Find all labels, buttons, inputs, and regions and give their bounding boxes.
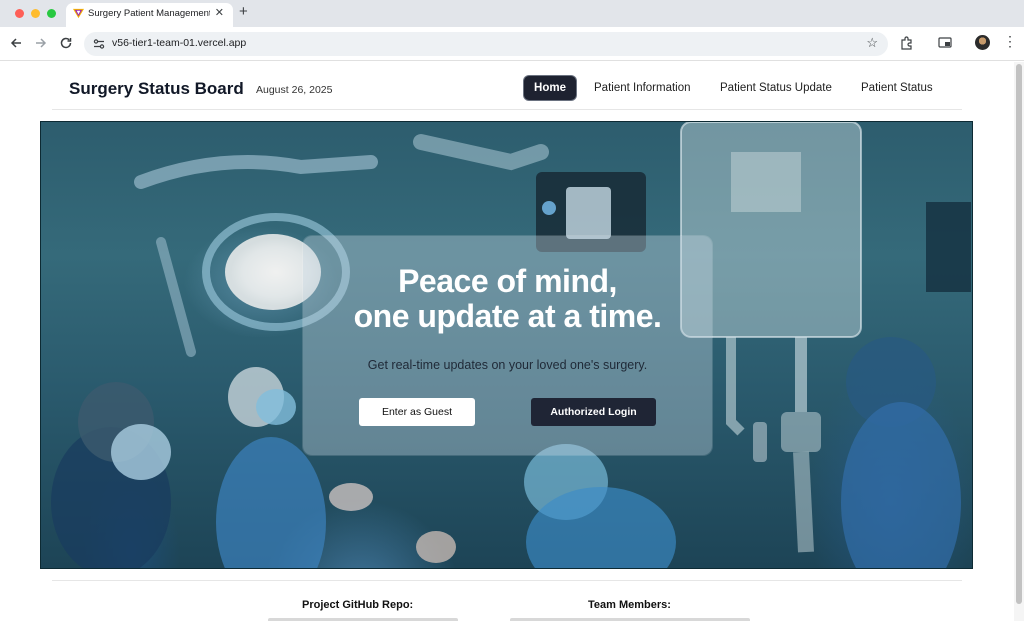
- nav-patient-information[interactable]: Patient Information: [594, 76, 691, 100]
- back-arrow-icon[interactable]: [8, 35, 24, 51]
- new-tab-icon[interactable]: +: [239, 4, 248, 20]
- enter-as-guest-button[interactable]: Enter as Guest: [359, 398, 475, 426]
- page-title: Surgery Status Board: [69, 79, 244, 98]
- hero-headline: Peace of mind, one update at a time.: [303, 264, 712, 334]
- authorized-login-button[interactable]: Authorized Login: [531, 398, 656, 426]
- more-menu-icon[interactable]: ⋮: [1003, 33, 1017, 49]
- reload-icon[interactable]: [58, 35, 74, 51]
- minimize-window-button[interactable]: [31, 9, 40, 18]
- site-header: Surgery Status Board August 26, 2025 Hom…: [52, 62, 962, 110]
- hero-section: Peace of mind, one update at a time. Get…: [40, 121, 973, 569]
- close-tab-icon[interactable]: ✕: [215, 6, 224, 20]
- cast-icon[interactable]: [937, 35, 953, 51]
- current-date: August 26, 2025: [256, 84, 333, 96]
- footer-team-heading: Team Members:: [588, 599, 671, 611]
- hero-headline-line-1: Peace of mind,: [398, 263, 617, 299]
- site-settings-icon[interactable]: [92, 37, 106, 51]
- close-window-button[interactable]: [15, 9, 24, 18]
- nav-home[interactable]: Home: [524, 76, 576, 100]
- maximize-window-button[interactable]: [47, 9, 56, 18]
- profile-avatar-icon[interactable]: [975, 35, 990, 50]
- site-favicon-icon: [73, 8, 84, 19]
- hero-card: Peace of mind, one update at a time. Get…: [303, 236, 712, 455]
- extensions-icon[interactable]: [899, 35, 915, 51]
- page-scrollbar[interactable]: [1014, 62, 1024, 621]
- hero-headline-line-2: one update at a time.: [353, 298, 662, 334]
- scrollbar-thumb[interactable]: [1016, 64, 1022, 604]
- address-bar[interactable]: v56-tier1-team-01.vercel.app ☆: [84, 32, 888, 56]
- forward-arrow-icon[interactable]: [33, 35, 49, 51]
- footer-repo-heading: Project GitHub Repo:: [302, 599, 414, 611]
- browser-tab-bar: Surgery Patient Management ✕ +: [0, 0, 1024, 27]
- bookmark-star-icon[interactable]: ☆: [866, 35, 878, 51]
- footer-divider: [52, 580, 962, 581]
- page-viewport: Surgery Status Board August 26, 2025 Hom…: [0, 62, 1014, 621]
- nav-patient-status-update[interactable]: Patient Status Update: [720, 76, 832, 100]
- browser-tab[interactable]: Surgery Patient Management ✕: [66, 3, 233, 27]
- browser-toolbar: v56-tier1-team-01.vercel.app ☆ ⋮: [0, 27, 1024, 61]
- url-text: v56-tier1-team-01.vercel.app: [112, 37, 247, 49]
- tab-title: Surgery Patient Management: [88, 8, 210, 19]
- nav-patient-status[interactable]: Patient Status: [861, 76, 933, 100]
- hero-subtext: Get real-time updates on your loved one'…: [367, 358, 648, 372]
